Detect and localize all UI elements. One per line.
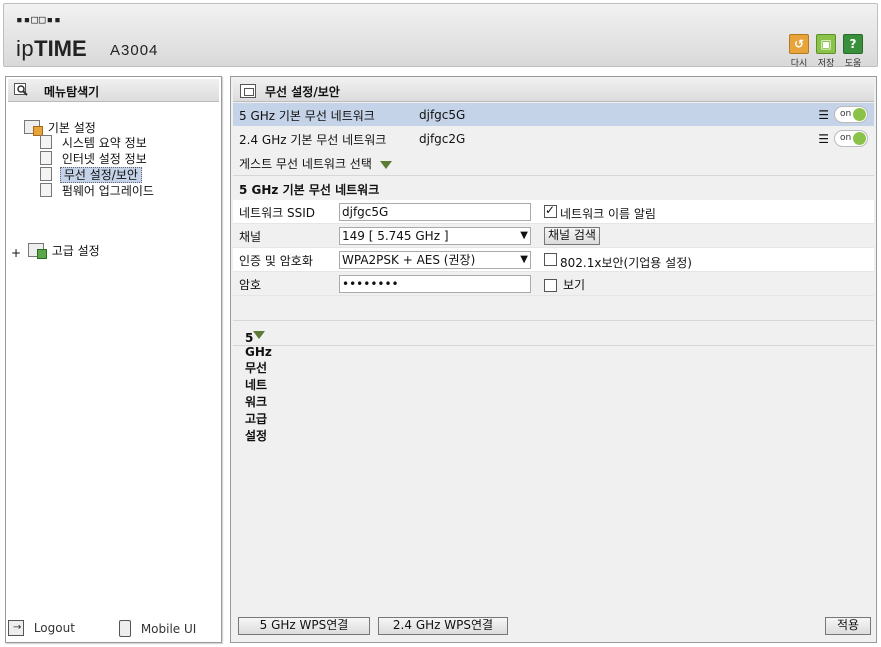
password-label: 암호 [239, 278, 262, 292]
section-5g-text: 5 GHz 기본 무선 네트워크 [239, 183, 380, 197]
ssid-label: 네트워크 SSID [239, 206, 315, 220]
menu-explorer-title: 메뉴탐색기 [44, 85, 100, 99]
auth-label: 인증 및 암호화 [239, 254, 313, 268]
logout-button[interactable]: → Logout [8, 620, 75, 636]
guest-network-text: 게스트 무선 네트워크 선택 [239, 157, 372, 171]
save-label: 저장 [817, 59, 835, 69]
brand-logo: ipTIME [16, 36, 87, 62]
wifi-lock-icon: ☰ [818, 132, 829, 146]
wps-5g-button[interactable]: 5 GHz WPS연결 [238, 617, 370, 635]
reload-button[interactable]: ↺ 다시 [788, 34, 810, 69]
network-row-5g[interactable]: 5 GHz 기본 무선 네트워크 djfgc5G ☰ on [233, 103, 874, 126]
dropdown-triangle-icon [253, 331, 265, 339]
auth-value: WPA2PSK + AES (권장) [342, 253, 476, 267]
enterprise-checkbox[interactable] [544, 253, 557, 266]
help-label: 도움 [844, 59, 862, 69]
advanced-settings-label: 고급 설정 [51, 244, 100, 258]
dropdown-triangle-icon [379, 160, 392, 169]
channel-value: 149 [ 5.745 GHz ] [342, 229, 449, 243]
folder-icon [24, 120, 43, 136]
toggle-knob [853, 108, 866, 121]
upgrade-icon [40, 183, 52, 197]
folder-icon [27, 243, 47, 259]
wps-24g-button[interactable]: 2.4 GHz WPS연결 [378, 617, 508, 635]
section-5g-title: 5 GHz 기본 무선 네트워크 [233, 175, 874, 201]
window-icon [240, 84, 256, 98]
tree-advanced-settings[interactable]: + 고급 설정 [11, 243, 100, 261]
network-toggle-5g[interactable]: on [834, 106, 868, 123]
chart-icon [40, 135, 52, 149]
expand-icon: + [11, 246, 22, 260]
auth-select[interactable]: WPA2PSK + AES (권장) ▼ [339, 251, 531, 269]
save-icon: ▣ [816, 34, 836, 54]
toggle-knob [853, 132, 866, 145]
brand-emphasis: TIME [34, 36, 87, 61]
content-panel: 무선 설정/보안 5 GHz 기본 무선 네트워크 djfgc5G ☰ on 2… [230, 76, 877, 643]
password-input[interactable]: •••••••• [339, 275, 531, 293]
help-icon: ? [843, 34, 863, 54]
advanced-title-text: 5 GHz 무선 네트워크 고급 설정 [245, 331, 272, 443]
channel-select[interactable]: 149 [ 5.745 GHz ] ▼ [339, 227, 531, 245]
network-name: 2.4 GHz 기본 무선 네트워크 [239, 133, 387, 147]
form-row-channel: 채널 149 [ 5.745 GHz ] ▼ 채널 검색 [233, 224, 874, 248]
menu-item-label: 시스템 요약 정보 [61, 136, 147, 150]
chevron-down-icon: ▼ [520, 254, 528, 265]
guest-network-label: 게스트 무선 네트워크 선택 [239, 155, 392, 172]
form-row-ssid: 네트워크 SSID djfgc5G 네트워크 이름 알림 [233, 200, 874, 224]
reload-label: 다시 [790, 59, 808, 69]
menu-item-label: 무선 설정/보안 [59, 167, 142, 183]
apply-button[interactable]: 적용 [825, 617, 871, 635]
menu-item-label: 인터넷 설정 정보 [61, 152, 147, 166]
header-bar: ▪▪□□▪▪ ipTIME A3004 ↺ 다시 ▣ 저장 ? 도움 [3, 3, 878, 69]
broadcast-label: 네트워크 이름 알림 [560, 207, 656, 221]
network-ssid: djfgc2G [419, 132, 466, 146]
model-name: A3004 [110, 42, 159, 59]
network-ssid: djfgc5G [419, 108, 466, 122]
logout-label: Logout [33, 621, 75, 635]
network-toggle-24g[interactable]: on [834, 130, 868, 147]
mobile-ui-label: Mobile UI [140, 621, 197, 636]
show-password-label: 보기 [563, 278, 586, 292]
mobile-ui-button[interactable]: Mobile UI [119, 620, 196, 637]
guest-network-select[interactable]: 게스트 무선 네트워크 선택 [233, 151, 874, 174]
network-name: 5 GHz 기본 무선 네트워크 [239, 109, 375, 123]
brand-text: ipTIME [16, 36, 87, 61]
monitor-icon [40, 151, 52, 165]
ssid-input[interactable]: djfgc5G [339, 203, 531, 221]
form-row-auth: 인증 및 암호화 WPA2PSK + AES (권장) ▼ 802.1x보안(기업… [233, 248, 874, 272]
refresh-icon: ↺ [789, 34, 809, 54]
help-button[interactable]: ? 도움 [842, 34, 864, 69]
basic-settings-label: 기본 설정 [47, 121, 96, 135]
menu-item-firmware-upgrade[interactable]: 펌웨어 업그레이드 [40, 183, 154, 201]
logout-icon: → [8, 620, 24, 636]
form-row-password: 암호 •••••••• 보기 [233, 272, 874, 296]
show-password-checkbox[interactable] [544, 279, 557, 292]
content-header: 무선 설정/보안 [233, 79, 874, 102]
broadcast-checkbox[interactable] [544, 203, 557, 218]
menu-explorer-header: 메뉴탐색기 [8, 79, 219, 102]
wifi-icon [40, 167, 52, 181]
wifi-lock-icon: ☰ [818, 108, 829, 122]
mobile-icon [119, 620, 131, 637]
menu-item-label: 펌웨어 업그레이드 [61, 184, 154, 198]
magnifier-icon [14, 83, 30, 97]
logo-dots: ▪▪□□▪▪ [16, 13, 62, 26]
channel-scan-button[interactable]: 채널 검색 [544, 227, 600, 245]
network-row-24g[interactable]: 2.4 GHz 기본 무선 네트워크 djfgc2G ☰ on [233, 127, 874, 150]
advanced-settings-expander[interactable]: 5 GHz 무선 네트워크 고급 설정 [233, 320, 874, 443]
channel-label: 채널 [239, 230, 262, 244]
toggle-text: on [840, 109, 852, 119]
toggle-text: on [840, 133, 852, 143]
page-title: 무선 설정/보안 [265, 85, 340, 99]
save-button[interactable]: ▣ 저장 [815, 34, 837, 69]
menu-explorer-panel: 메뉴탐색기 기본 설정 시스템 요약 정보 인터넷 설정 정보 무선 설정/보안… [5, 76, 222, 643]
enterprise-label: 802.1x보안(기업용 설정) [560, 256, 692, 270]
chevron-down-icon: ▼ [520, 230, 528, 241]
